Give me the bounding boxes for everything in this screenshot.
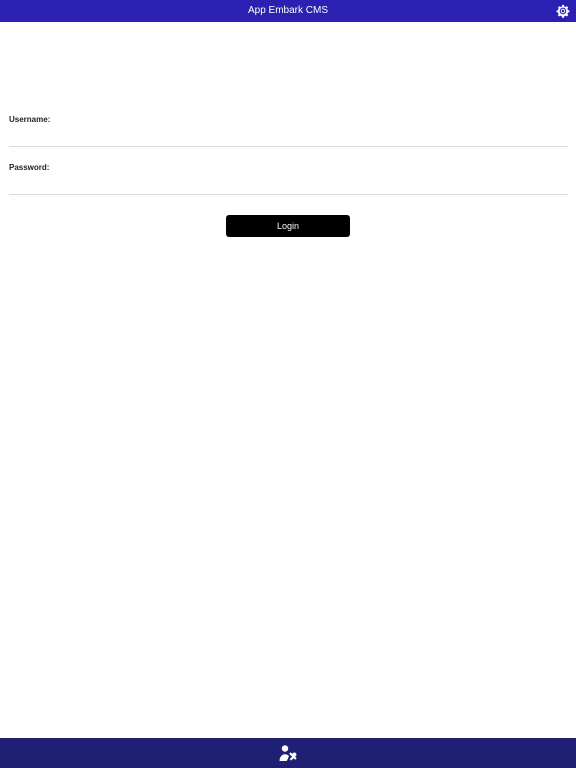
app-title: App Embark CMS: [247, 5, 329, 16]
password-label: Password:: [9, 163, 50, 172]
bottom-tab-bar: [0, 738, 576, 768]
password-field-group: Password:: [9, 160, 568, 208]
settings-button[interactable]: [556, 4, 570, 18]
gear-icon: [556, 4, 570, 18]
username-field-group: Username:: [9, 112, 568, 160]
username-label: Username:: [9, 115, 51, 124]
tab-user-management[interactable]: [278, 744, 298, 762]
user-tools-icon: [279, 745, 297, 761]
username-input[interactable]: [9, 127, 568, 147]
password-input[interactable]: [9, 175, 568, 195]
top-navigation-bar: App Embark CMS: [0, 0, 576, 22]
login-button[interactable]: Login: [226, 215, 350, 237]
app-window: App Embark CMS Username: Password: Login: [0, 0, 576, 768]
login-form: Username: Password:: [9, 112, 568, 208]
